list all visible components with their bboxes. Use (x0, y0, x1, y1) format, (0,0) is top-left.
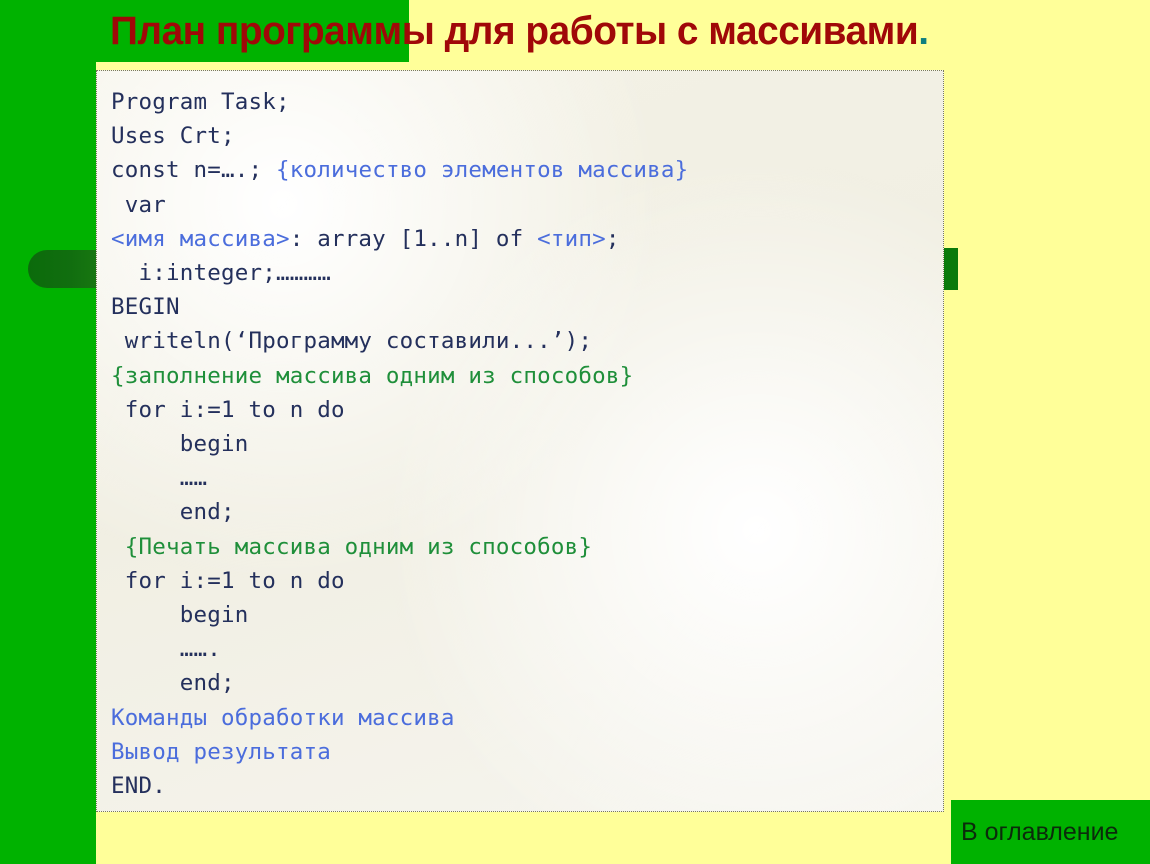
line-for-fill: for i:=1 to n do (111, 393, 943, 427)
code-segment: END. (111, 773, 166, 800)
line-commands: Команды обработки массива (111, 701, 943, 735)
left-pill-decoration (28, 250, 106, 288)
code-listing-panel: Program Task; Uses Crt; const n=….; {колич… (96, 70, 944, 812)
code-segment: <имя массива> (111, 225, 290, 252)
line-i-integer: i:integer;………… (111, 256, 943, 290)
code-listing-body: Program Task; Uses Crt; const n=….; {колич… (97, 71, 943, 803)
page-title-terminator: . (918, 9, 929, 53)
line-dots-fill: …… (111, 461, 943, 495)
line-begin-main: BEGIN (111, 290, 943, 324)
line-var: var (111, 188, 943, 222)
code-segment: : array [1..n] of (289, 225, 538, 252)
line-dots-print: ……. (111, 632, 943, 666)
line-array-decl: <имя массива>: array [1..n] of <тип>; (111, 222, 943, 256)
code-segment: Вывод результата (111, 738, 331, 765)
line-const: const n=….; {количество элементов массив… (111, 153, 943, 187)
slide-canvas: План программы для работы с массивами. P… (0, 0, 1150, 864)
code-segment: {Печать массива одним из способов} (111, 533, 593, 560)
line-end-fill: end; (111, 495, 943, 529)
title-bar: План программы для работы с массивами. (0, 0, 1150, 62)
code-segment: ……. (111, 636, 221, 663)
code-segment: const n=….; (111, 157, 276, 184)
code-segment: Program Task; (111, 89, 290, 115)
back-to-contents-label: В оглавление (961, 817, 1119, 846)
page-title: План программы для работы с массивами. (110, 9, 929, 53)
code-segment: for i:=1 to n do (111, 567, 345, 594)
code-segment: writeln(‘Программу составили...’); (111, 328, 593, 355)
right-tab-decoration (944, 248, 958, 290)
line-end-main: END. (111, 769, 943, 803)
line-end-print: end; (111, 666, 943, 700)
code-segment: …… (111, 465, 208, 492)
line-program: Program Task; (111, 85, 943, 119)
code-segment: {количество элементов массива} (275, 157, 689, 184)
code-segment: Uses Crt; (111, 123, 235, 150)
left-green-band (0, 0, 96, 864)
code-segment: ; (605, 225, 620, 252)
line-output: Вывод результата (111, 735, 943, 769)
code-segment: Команды обработки массива (111, 704, 455, 731)
code-segment: var (111, 191, 166, 218)
code-segment: i:integer;………… (111, 260, 331, 287)
line-begin-fill: begin (111, 427, 943, 461)
code-segment: BEGIN (111, 294, 180, 321)
line-begin-print: begin (111, 598, 943, 632)
code-segment: end; (111, 499, 235, 526)
line-writeln: writeln(‘Программу составили...’); (111, 324, 943, 358)
code-segment: {заполнение массива одним из способов} (111, 362, 634, 389)
code-segment: end; (111, 670, 235, 697)
back-to-contents-button[interactable]: В оглавление (951, 800, 1150, 864)
line-comment-fill: {заполнение массива одним из способов} (111, 359, 943, 393)
code-segment: <тип> (537, 225, 606, 252)
code-segment: for i:=1 to n do (111, 396, 345, 423)
page-title-text: План программы для работы с массивами (110, 9, 919, 53)
code-segment: begin (111, 431, 249, 458)
line-uses: Uses Crt; (111, 119, 943, 153)
line-comment-print: {Печать массива одним из способов} (111, 530, 943, 564)
line-for-print: for i:=1 to n do (111, 564, 943, 598)
code-segment: begin (111, 602, 249, 629)
